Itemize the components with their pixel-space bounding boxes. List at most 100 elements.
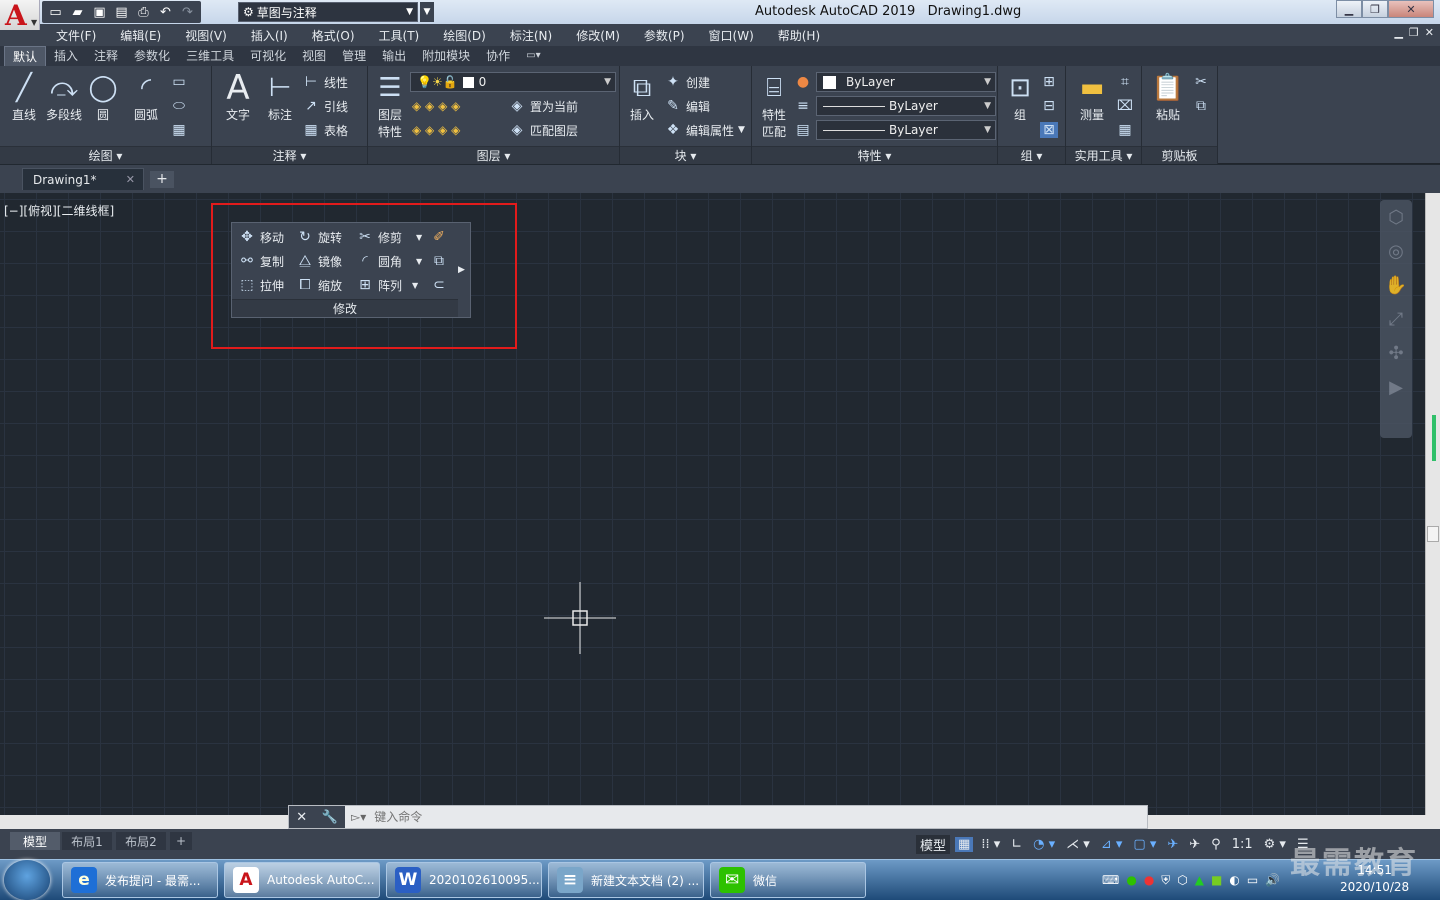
menu-tools[interactable]: 工具(T) [367, 27, 432, 44]
close-icon[interactable]: ✕ [296, 810, 307, 825]
polar-icon[interactable]: ◔ ▾ [1030, 837, 1058, 852]
menu-modify[interactable]: 修改(M) [564, 27, 632, 44]
select-all-icon[interactable]: ⌧ [1116, 96, 1134, 116]
menu-window[interactable]: 窗口(W) [697, 27, 766, 44]
annotation-visibility-icon[interactable]: ✈ [1164, 837, 1181, 852]
layer-properties-button[interactable]: ☰ 图层 特性 [368, 70, 412, 140]
shield-icon[interactable]: ⛨ [1161, 873, 1170, 888]
workspace-switch-icon[interactable]: ⚙ ▾ [1261, 837, 1289, 852]
tab-layout1[interactable]: 布局1 [62, 832, 112, 850]
arc-button[interactable]: ◜ 圆弧 [124, 70, 168, 123]
close-icon[interactable]: ✕ [126, 173, 135, 186]
maximize-button[interactable]: ❐ [1362, 0, 1388, 18]
nvidia-icon[interactable]: ■ [1211, 873, 1222, 887]
insert-block-button[interactable]: ⧉ 插入 [620, 70, 664, 123]
menu-insert[interactable]: 插入(I) [239, 27, 300, 44]
showmotion-icon[interactable]: ▶ [1380, 370, 1412, 404]
match-layer-button[interactable]: ◈ 匹配图层 [508, 120, 578, 140]
layer-tools-row1[interactable]: ◈ ◈ ◈ ◈ [412, 96, 460, 116]
menu-dimension[interactable]: 标注(N) [498, 27, 564, 44]
taskbar-item-word[interactable]: W 2020102610095... [386, 862, 542, 898]
panel-title-draw[interactable]: 绘图 ▾ [0, 146, 211, 164]
add-layout-button[interactable]: + [170, 832, 192, 850]
undo-icon[interactable]: ↶ [156, 3, 175, 22]
wechat-tray-icon[interactable]: ● [1126, 873, 1136, 887]
layer-tools-row2[interactable]: ◈ ◈ ◈ ◈ [412, 120, 460, 140]
panel-title-properties[interactable]: 特性 ▾ [752, 146, 997, 164]
panel-title-block[interactable]: 块 ▾ [620, 146, 751, 164]
group-button[interactable]: ⊡ 组 [998, 70, 1042, 123]
panel-title-clipboard[interactable]: 剪贴板 [1142, 146, 1217, 164]
hatch-button[interactable]: ▦ [170, 120, 188, 140]
annotation-scale-icon[interactable]: ⚲ [1208, 837, 1224, 852]
auto-scale-icon[interactable]: ✈ [1186, 837, 1203, 852]
clock[interactable]: 14:51 2020/10/28 [1340, 862, 1409, 896]
linear-button[interactable]: ⊢ 线性 [302, 72, 348, 92]
tab-collaborate[interactable]: 协作 [478, 46, 518, 66]
wrench-icon[interactable]: 🔧 [322, 810, 338, 825]
vertical-scrollbar[interactable] [1425, 193, 1440, 815]
panel-title-annotation[interactable]: 注释 ▾ [212, 146, 367, 164]
quick-select-icon[interactable]: ⌗ [1116, 72, 1134, 92]
panel-title-groups[interactable]: 组 ▾ [998, 146, 1065, 164]
edit-attributes-button[interactable]: ❖ 编辑属性 ▼ [664, 120, 745, 140]
tab-output[interactable]: 输出 [374, 46, 414, 66]
close-button[interactable]: ✕ [1388, 0, 1434, 18]
keyboard-icon[interactable]: ⌨ [1102, 873, 1119, 887]
security-icon[interactable]: ▲ [1195, 873, 1204, 887]
taskbar-item-autocad[interactable]: A Autodesk AutoC... [224, 862, 380, 898]
line-button[interactable]: ╱ 直线 [2, 70, 46, 123]
view-cube-icon[interactable]: ⬡ [1380, 200, 1412, 234]
command-prompt-icon[interactable]: ▻▾ [345, 810, 366, 824]
taskbar-item-ie[interactable]: e 发布提问 - 最需... [62, 862, 218, 898]
osnap-icon[interactable]: ⊿ ▾ [1098, 837, 1126, 852]
ungroup-icon[interactable]: ⊞ [1040, 72, 1058, 92]
doc-restore-icon[interactable]: ❐ [1409, 26, 1419, 39]
transparency-icon[interactable]: ▤ [794, 120, 812, 140]
start-button[interactable] [4, 860, 50, 900]
edit-block-button[interactable]: ✎ 编辑 [664, 96, 710, 116]
viewport-controls[interactable]: [−][俯视][二维线框] [4, 202, 114, 219]
layer-dropdown[interactable]: 💡☀🔓 0 ▼ [410, 72, 616, 92]
cut-icon[interactable]: ✂ [1192, 72, 1210, 92]
ellipse-button[interactable]: ⬭ [170, 96, 188, 116]
command-input[interactable] [366, 810, 967, 824]
taskbar-item-wechat[interactable]: ✉ 微信 [710, 862, 866, 898]
tab-visualize[interactable]: 可视化 [242, 46, 294, 66]
tab-view[interactable]: 视图 [294, 46, 334, 66]
weibo-icon[interactable]: ● [1144, 873, 1154, 887]
isodraft-icon[interactable]: ⋌ ▾ [1063, 837, 1093, 852]
panel-title-utilities[interactable]: 实用工具 ▾ [1066, 146, 1141, 164]
new-tab-button[interactable]: + [150, 171, 174, 188]
document-tab[interactable]: Drawing1* ✕ [22, 168, 144, 190]
circle-button[interactable]: ◯ 圆 [81, 70, 125, 123]
workspace-select[interactable]: ⚙ 草图与注释 ▼ [238, 2, 418, 22]
linetype-dropdown[interactable]: ByLayer ▼ [816, 96, 996, 116]
minimize-button[interactable]: ▁ [1336, 0, 1362, 18]
paste-button[interactable]: 📋 粘贴 [1146, 70, 1190, 123]
menu-format[interactable]: 格式(O) [300, 27, 367, 44]
set-current-button[interactable]: ◈ 置为当前 [508, 96, 578, 116]
menu-view[interactable]: 视图(V) [173, 27, 239, 44]
scroll-thumb[interactable] [1427, 526, 1439, 542]
tab-manage[interactable]: 管理 [334, 46, 374, 66]
match-properties-button[interactable]: ⌸ 特性 匹配 [752, 70, 796, 140]
polyline-button[interactable]: ⤼ 多段线 [42, 70, 86, 123]
orbit-icon[interactable]: ✣ [1380, 336, 1412, 370]
save-icon[interactable]: ▣ [90, 3, 109, 22]
redo-icon[interactable]: ↷ [178, 3, 197, 22]
lineweight-icon[interactable]: ≡ [794, 96, 812, 116]
app-menu-button[interactable]: A ▼ [0, 0, 40, 32]
print-icon[interactable]: ⎙ [134, 3, 153, 22]
color-wheel-icon[interactable]: ● [794, 72, 812, 92]
menu-draw[interactable]: 绘图(D) [431, 27, 498, 44]
table-button[interactable]: ▦ 表格 [302, 120, 348, 140]
open-folder-icon[interactable]: ▰ [68, 3, 87, 22]
create-block-button[interactable]: ✦ 创建 [664, 72, 710, 92]
osnap-tracking-icon[interactable]: ▢ ▾ [1130, 837, 1159, 852]
tab-model[interactable]: 模型 [10, 832, 60, 850]
model-space-toggle[interactable]: 模型 [916, 834, 951, 854]
zoom-extents-icon[interactable]: ⤢ [1380, 302, 1412, 336]
leader-button[interactable]: ↗ 引线 [302, 96, 348, 116]
doc-minimize-icon[interactable]: ▁ [1394, 26, 1402, 39]
